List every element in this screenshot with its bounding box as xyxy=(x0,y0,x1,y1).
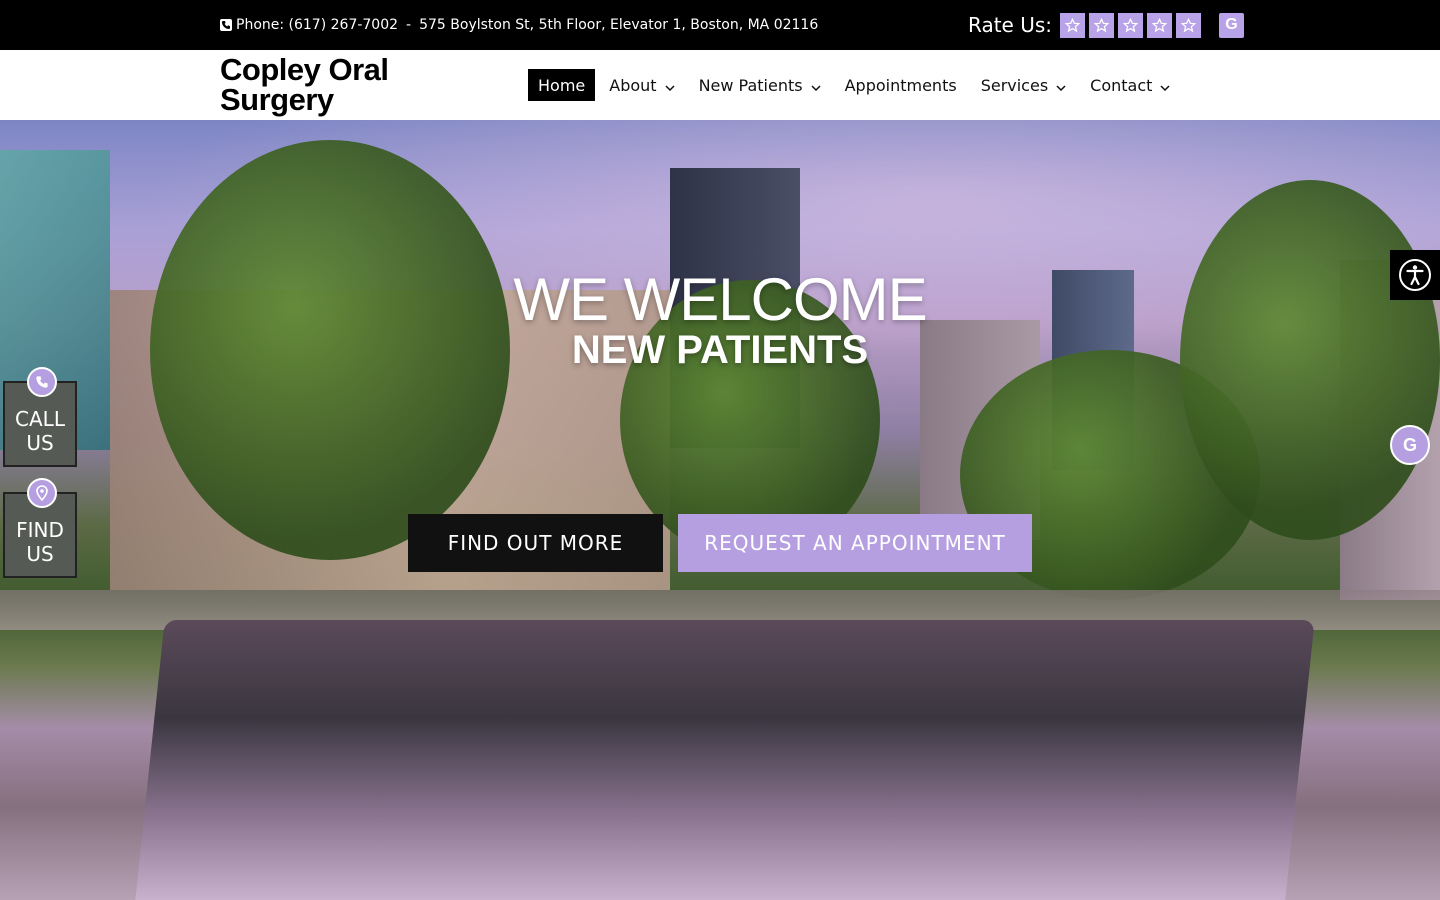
hero-subtitle: NEW PATIENTS xyxy=(571,328,869,372)
chevron-down-icon xyxy=(811,76,821,95)
nav-home[interactable]: Home xyxy=(528,69,596,101)
find-us-label: FIND US xyxy=(5,518,75,566)
address-link[interactable]: 575 Boylston St, 5th Floor, Elevator 1, … xyxy=(419,17,818,33)
chevron-down-icon xyxy=(665,76,675,95)
google-review-icon[interactable]: G xyxy=(1219,12,1245,38)
logo-line-2: Surgery xyxy=(220,82,334,117)
nav-appointments[interactable]: Appointments xyxy=(835,69,967,101)
contact-info: Phone: (617) 267-7002 - 575 Boylston St,… xyxy=(220,0,818,50)
rate-us: Rate Us: G xyxy=(968,0,1245,50)
call-us-line-1: CALL xyxy=(15,407,65,431)
star-icon-5[interactable] xyxy=(1176,12,1202,38)
site-header: Copley Oral Surgery Home About New Patie… xyxy=(0,50,1440,120)
accessibility-icon[interactable] xyxy=(1390,250,1440,300)
nav-about-label: About xyxy=(609,75,657,95)
nav-contact[interactable]: Contact xyxy=(1080,69,1180,101)
nav-contact-label: Contact xyxy=(1090,75,1153,95)
nav-new-patients-label: New Patients xyxy=(698,75,803,95)
main-nav: Home About New Patients Appointments Ser… xyxy=(528,69,1184,101)
hero-banner xyxy=(0,120,1440,900)
site-logo[interactable]: Copley Oral Surgery xyxy=(220,52,389,117)
hero-title: WE WELCOME xyxy=(513,266,927,333)
rate-us-label: Rate Us: xyxy=(968,13,1053,37)
phone-icon xyxy=(220,19,232,31)
nav-new-patients[interactable]: New Patients xyxy=(689,69,831,101)
find-out-more-button[interactable]: FIND OUT MORE xyxy=(408,514,663,572)
phone-link[interactable]: Phone: (617) 267-7002 xyxy=(236,17,398,33)
star-icon-2[interactable] xyxy=(1089,12,1115,38)
nav-home-label: Home xyxy=(538,75,586,95)
top-bar: Phone: (617) 267-7002 - 575 Boylston St,… xyxy=(0,0,1440,50)
chevron-down-icon xyxy=(1056,76,1066,95)
map-pin-icon xyxy=(27,478,57,508)
star-icon-1[interactable] xyxy=(1060,12,1086,38)
call-us-line-2: US xyxy=(26,431,54,455)
call-us-button[interactable]: CALL US xyxy=(3,367,77,467)
nav-services[interactable]: Services xyxy=(971,69,1076,101)
nav-appointments-label: Appointments xyxy=(844,75,957,95)
find-us-line-2: US xyxy=(26,542,54,566)
find-us-button[interactable]: FIND US xyxy=(3,478,77,578)
nav-about[interactable]: About xyxy=(599,69,684,101)
request-appointment-button[interactable]: REQUEST AN APPOINTMENT xyxy=(678,514,1032,572)
logo-line-1: Copley Oral xyxy=(220,52,389,87)
star-icon-4[interactable] xyxy=(1147,12,1173,38)
nav-services-label: Services xyxy=(980,75,1049,95)
star-icon-3[interactable] xyxy=(1118,12,1144,38)
chevron-down-icon xyxy=(1160,76,1170,95)
google-reviews-float-icon[interactable]: G xyxy=(1390,425,1430,465)
find-us-line-1: FIND xyxy=(16,518,64,542)
contact-separator: - xyxy=(406,17,412,33)
phone-icon xyxy=(27,367,57,397)
hero-fountain-pool xyxy=(135,620,1315,900)
call-us-label: CALL US xyxy=(5,407,75,455)
